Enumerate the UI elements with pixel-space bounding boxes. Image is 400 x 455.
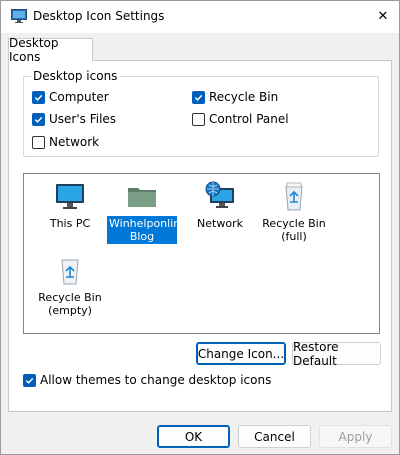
recycle-bin-full-icon [278,180,310,212]
icon-item-user-folder[interactable]: Winhelponline Blog [104,180,187,245]
icon-item-label: Recycle Bin (full) [262,217,326,243]
checkbox-users-files[interactable]: User's Files [32,112,116,126]
apply-button[interactable]: Apply [319,425,392,448]
button-label: Restore Default [293,339,339,368]
checkbox-checked-icon [32,112,45,126]
groupbox-legend: Desktop icons [31,69,120,83]
checkbox-label: Control Panel [209,112,289,126]
button-label: Change Icon... [197,346,285,361]
title-bar[interactable]: Desktop Icon Settings ✕ [1,1,399,33]
checkbox-checked-icon [32,90,45,104]
dialog-button-bar: OK Cancel Apply [1,412,399,454]
checkbox-unchecked-icon [192,112,205,126]
checkbox-label: Allow themes to change desktop icons [40,373,272,387]
checkbox-unchecked-icon [32,135,45,149]
monitor-icon [54,180,86,212]
folder-icon [126,180,158,212]
recycle-bin-empty-icon [54,254,86,286]
cancel-button[interactable]: Cancel [238,425,311,448]
restore-default-button[interactable]: Restore Default [292,339,381,368]
icon-list-view[interactable]: This PC Winhelponline Blog Network Recyc… [23,173,380,334]
checkbox-label: Recycle Bin [209,90,279,104]
change-icon-button[interactable]: Change Icon... [196,342,286,365]
close-icon: ✕ [377,9,389,24]
checkbox-network[interactable]: Network [32,135,99,149]
button-label: OK [184,429,203,444]
checkbox-label: User's Files [49,112,117,126]
icon-item-label: Winhelponline Blog [106,215,187,245]
icon-item-recycle-bin-empty[interactable]: Recycle Bin (empty) [32,254,108,318]
icon-item-this-pc[interactable]: This PC [32,180,108,231]
checkbox-label: Computer [49,90,109,104]
monitor-settings-icon [11,9,27,23]
checkbox-control-panel[interactable]: Control Panel [192,112,289,126]
checkbox-computer[interactable]: Computer [32,90,109,104]
close-button[interactable]: ✕ [367,1,399,32]
button-label: Apply [338,429,373,444]
window-title: Desktop Icon Settings [33,9,165,23]
dialog-window: Desktop Icon Settings ✕ Desktop Icons De… [0,0,400,455]
button-label: Cancel [254,429,295,444]
network-globe-icon [204,180,236,212]
icon-item-recycle-bin-full[interactable]: Recycle Bin (full) [256,180,332,244]
checkbox-allow-themes[interactable]: Allow themes to change desktop icons [23,373,271,387]
checkbox-checked-icon [23,373,36,387]
checkbox-label: Network [49,135,100,149]
tab-label: Desktop Icons [9,36,59,64]
ok-button[interactable]: OK [157,425,230,448]
icon-item-label: This PC [49,217,91,230]
icon-item-network[interactable]: Network [182,180,258,231]
tab-panel: Desktop icons Computer Recycle Bin User'… [8,60,392,412]
checkbox-checked-icon [192,90,205,104]
tab-desktop-icons[interactable]: Desktop Icons [8,36,93,64]
icon-item-label: Network [197,217,243,230]
checkbox-recycle-bin[interactable]: Recycle Bin [192,90,278,104]
icon-item-label: Recycle Bin (empty) [38,291,102,317]
